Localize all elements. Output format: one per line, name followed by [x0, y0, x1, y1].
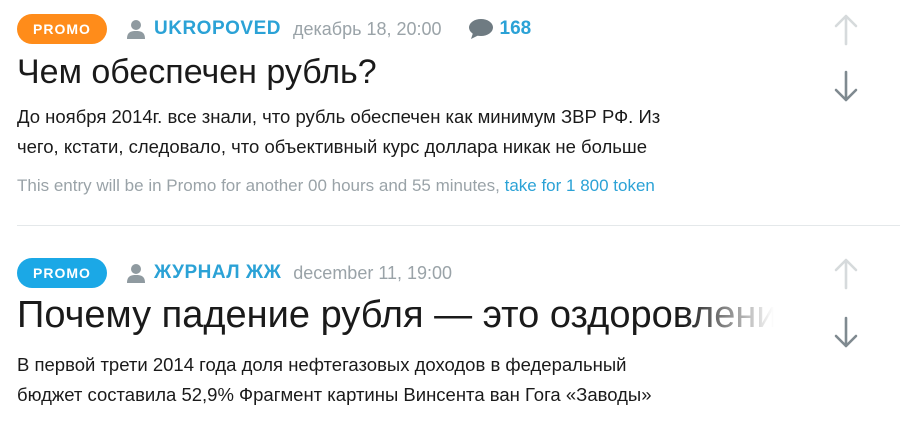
user-icon: [127, 20, 145, 39]
arrow-down-icon: [834, 70, 858, 102]
excerpt-line: чего, кстати, следовало, что объективный…: [17, 136, 648, 157]
author-link[interactable]: ЖУРНАЛ ЖЖ: [125, 262, 281, 284]
entry-title[interactable]: Почему падение рубля — это оздоровлени: [17, 290, 774, 340]
entry-meta: PROMO UKROPOVED декабрь 18, 20:00 168: [17, 14, 900, 44]
arrow-down-icon: [834, 316, 858, 348]
excerpt-line: бюджет составила 52,9% Фрагмент картины …: [17, 384, 652, 405]
entry-date: december 11, 19:00: [293, 262, 453, 283]
user-icon: [127, 264, 145, 283]
entry-divider: [17, 225, 900, 226]
comment-icon: [468, 19, 493, 39]
vote-down-button[interactable]: [832, 316, 860, 350]
comments-link[interactable]: 168: [468, 18, 532, 40]
promo-note: This entry will be in Promo for another …: [17, 176, 900, 196]
promo-entry: PROMO ЖУРНАЛ ЖЖ december 11, 19:00 Почем…: [17, 258, 900, 410]
promo-note-text: This entry will be in Promo for another …: [17, 176, 505, 195]
take-token-link[interactable]: take for 1 800 token: [505, 176, 655, 195]
entry-excerpt: До ноября 2014г. все знали, что рубль об…: [17, 102, 774, 162]
excerpt-line: До ноября 2014г. все знали, что рубль об…: [17, 106, 661, 127]
author-name: UKROPOVED: [154, 18, 281, 39]
comments-count: 168: [499, 18, 532, 39]
promo-entry: PROMO UKROPOVED декабрь 18, 20:00 168 Че…: [17, 14, 900, 196]
promo-badge[interactable]: PROMO: [17, 258, 107, 288]
vote-down-button[interactable]: [832, 70, 860, 104]
arrow-up-icon: [834, 14, 858, 46]
entry-excerpt: В первой трети 2014 года доля нефтегазов…: [17, 350, 774, 410]
vote-up-button[interactable]: [832, 256, 860, 290]
vote-up-button[interactable]: [832, 12, 860, 46]
author-link[interactable]: UKROPOVED: [125, 18, 281, 40]
entry-date: декабрь 18, 20:00: [292, 18, 442, 39]
promo-badge[interactable]: PROMO: [17, 14, 107, 44]
entry-title[interactable]: Чем обеспечен рубль?: [17, 50, 774, 94]
arrow-up-icon: [834, 258, 858, 290]
entry-meta: PROMO ЖУРНАЛ ЖЖ december 11, 19:00: [17, 258, 900, 288]
author-name: ЖУРНАЛ ЖЖ: [154, 262, 282, 283]
excerpt-line: В первой трети 2014 года доля нефтегазов…: [17, 354, 627, 375]
